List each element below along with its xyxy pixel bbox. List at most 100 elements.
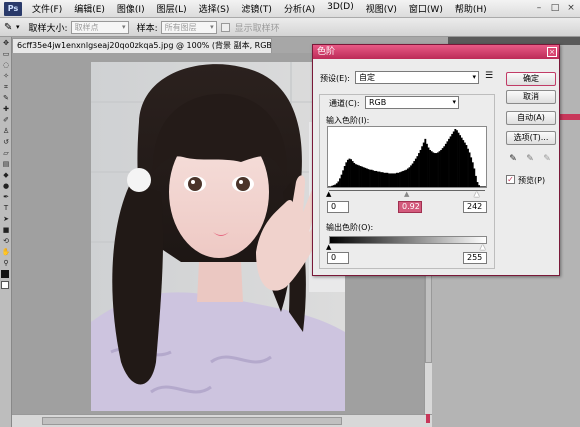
black-eyedropper-icon[interactable]: ✎ (508, 154, 518, 166)
lasso-tool-icon[interactable]: ◌ (1, 61, 11, 69)
close-icon[interactable]: × (564, 2, 578, 14)
ok-button[interactable]: 确定 (506, 72, 556, 86)
menu-item[interactable]: 图像(I) (111, 2, 151, 15)
menu-item[interactable]: 3D(D) (321, 2, 360, 15)
document-title: 6cff35e4jw1enxnlgseaj20qo0zkqa5.jpg @ 10… (17, 41, 272, 50)
menu-item[interactable]: 窗口(W) (403, 2, 449, 15)
histogram-graph (328, 129, 487, 187)
eyedropper-icon[interactable]: ✎ (1, 94, 11, 102)
menu-item[interactable]: 滤镜(T) (235, 2, 278, 15)
options-bar: ✎ ▾ 取样大小: 取样点 ▾ 样本: 所有图层 ▾ 显示取样环 (0, 18, 580, 37)
input-white-field[interactable]: 242 (463, 201, 487, 213)
foreground-color-swatch[interactable] (1, 270, 9, 278)
chevron-down-icon: ▾ (472, 73, 476, 81)
tool-preset-arrow-icon[interactable]: ▾ (16, 23, 20, 31)
marquee-tool-icon[interactable]: ▭ (1, 50, 11, 58)
dodge-tool-icon[interactable]: ● (1, 182, 11, 190)
menu-item[interactable]: 编辑(E) (68, 2, 111, 15)
sample-size-label: 取样大小: (28, 23, 68, 34)
history-brush-icon[interactable]: ↺ (1, 138, 11, 146)
eraser-tool-icon[interactable]: ▱ (1, 149, 11, 157)
toolbox: ✥ ▭ ◌ ✧ ⌗ ✎ ✚ ✐ ♙ ↺ ▱ ▤ ◆ ● ✒ T ➤ ■ ⟲ ✋ … (0, 37, 12, 427)
menu-item[interactable]: 帮助(H) (449, 2, 493, 15)
levels-dialog: 色阶 × 预设(E): 自定 ▾ ☰ 通道(C): RGB ▾ 输入色阶(I):… (312, 44, 560, 276)
sample-label: 样本: (136, 23, 158, 34)
preview-label: 预览(P) (518, 176, 546, 185)
portrait-image (91, 62, 345, 411)
menu-items: 文件(F) 编辑(E) 图像(I) 图层(L) 选择(S) 滤镜(T) 分析(A) 3D(D)… (26, 2, 493, 15)
preset-select[interactable]: 自定 ▾ (355, 71, 479, 84)
output-white-value: 255 (467, 253, 483, 262)
input-white-handle[interactable]: ▲ (474, 190, 479, 198)
hand-tool-icon[interactable]: ✋ (1, 248, 11, 256)
sample-value: 所有图层 (164, 22, 197, 32)
dialog-close-icon[interactable]: × (547, 47, 557, 57)
gradient-tool-icon[interactable]: ▤ (1, 160, 11, 168)
menu-item[interactable]: 视图(V) (360, 2, 403, 15)
options-button[interactable]: 选项(T)... (506, 131, 556, 145)
blur-tool-icon[interactable]: ◆ (1, 171, 11, 179)
output-black-field[interactable]: 0 (327, 252, 349, 264)
scroll-corner-marker (426, 414, 430, 423)
output-gradient-bar (329, 236, 487, 244)
eyedropper-tool-icon[interactable]: ✎ (4, 22, 16, 33)
output-black-handle[interactable]: ▲ (326, 243, 331, 251)
document-photo[interactable] (91, 62, 345, 411)
menu-item[interactable]: 文件(F) (26, 2, 68, 15)
dialog-titlebar[interactable]: 色阶 × (313, 45, 559, 59)
channel-select[interactable]: RGB ▾ (365, 96, 459, 109)
sample-size-select[interactable]: 取样点 ▾ (70, 20, 129, 34)
background-color-swatch[interactable] (1, 281, 9, 289)
output-white-field[interactable]: 255 (463, 252, 487, 264)
quick-select-tool-icon[interactable]: ✧ (1, 72, 11, 80)
gray-eyedropper-icon[interactable]: ✎ (525, 154, 535, 166)
preview-checkbox[interactable]: ✓ (506, 175, 515, 184)
channel-value: RGB (369, 98, 387, 107)
pen-tool-icon[interactable]: ✒ (1, 193, 11, 201)
shape-tool-icon[interactable]: ■ (1, 226, 11, 234)
photoshop-logo-icon: Ps (4, 1, 22, 16)
healing-brush-icon[interactable]: ✚ (1, 105, 11, 113)
show-ring-checkbox[interactable] (220, 22, 230, 32)
3d-rotate-icon[interactable]: ⟲ (1, 237, 11, 245)
zoom-tool-icon[interactable]: ⚲ (1, 259, 11, 267)
input-black-value: 0 (331, 202, 337, 211)
clone-stamp-icon[interactable]: ♙ (1, 127, 11, 135)
horizontal-scroll-thumb[interactable] (42, 417, 342, 425)
preset-label: 预设(E): (320, 74, 350, 83)
document-tab[interactable]: 6cff35e4jw1enxnlgseaj20qo0zkqa5.jpg @ 10… (12, 38, 272, 53)
type-tool-icon[interactable]: T (1, 204, 11, 212)
input-white-value: 242 (467, 202, 483, 211)
sample-select[interactable]: 所有图层 ▾ (160, 20, 217, 34)
horizontal-scrollbar[interactable] (12, 414, 432, 427)
chevron-down-icon: ▾ (210, 22, 214, 31)
preset-value: 自定 (359, 73, 375, 82)
output-levels-label: 输出色阶(O): (326, 223, 374, 232)
maximize-icon[interactable]: □ (548, 2, 562, 14)
menu-item[interactable]: 图层(L) (151, 2, 193, 15)
move-tool-icon[interactable]: ✥ (1, 39, 11, 47)
output-white-handle[interactable]: ▲ (480, 243, 485, 251)
input-gamma-handle[interactable]: ▲ (404, 190, 409, 198)
auto-button[interactable]: 自动(A) (506, 111, 556, 125)
menu-item[interactable]: 选择(S) (193, 2, 236, 15)
input-levels-label: 输入色阶(I): (326, 116, 370, 125)
minimize-icon[interactable]: – (532, 2, 546, 14)
show-ring-label: 显示取样环 (234, 23, 280, 34)
chevron-down-icon: ▾ (122, 22, 126, 31)
input-black-field[interactable]: 0 (327, 201, 349, 213)
crop-tool-icon[interactable]: ⌗ (1, 83, 11, 91)
input-gamma-value: 0.92 (402, 202, 420, 211)
brush-tool-icon[interactable]: ✐ (1, 116, 11, 124)
histogram (327, 126, 487, 188)
input-gamma-field[interactable]: 0.92 (398, 201, 422, 213)
chevron-down-icon: ▾ (452, 98, 456, 106)
preset-options-icon[interactable]: ☰ (485, 71, 493, 81)
cancel-button[interactable]: 取消 (506, 90, 556, 104)
checkmark-icon: ✓ (507, 175, 514, 184)
path-select-icon[interactable]: ➤ (1, 215, 11, 223)
white-eyedropper-icon[interactable]: ✎ (542, 154, 552, 166)
input-black-handle[interactable]: ▲ (326, 190, 331, 198)
menu-item[interactable]: 分析(A) (278, 2, 321, 15)
histogram-bar (484, 186, 487, 187)
